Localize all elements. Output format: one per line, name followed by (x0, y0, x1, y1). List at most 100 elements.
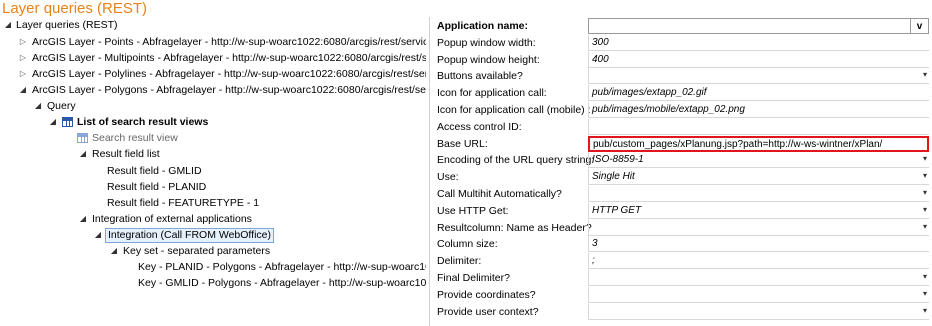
tree-item-label: ArcGIS Layer - Polygons - Abfragelayer -… (32, 84, 426, 96)
chevron-down-icon[interactable]: ▾ (923, 171, 927, 180)
tree-item-label: Integration (Call FROM WebOffice) (105, 228, 274, 243)
property-label: Use: (437, 171, 459, 183)
tree-item-layer[interactable]: ◢ ArcGIS Layer - Polygons - Abfragelayer… (0, 82, 426, 98)
expand-triangle-icon[interactable]: ◢ (18, 82, 28, 98)
property-label: Final Delimiter? (437, 272, 510, 284)
property-row: Call Multihit Automatically? ▾ (432, 186, 932, 203)
expand-triangle-icon[interactable]: ◢ (78, 146, 88, 162)
property-row: Application name: v (432, 18, 932, 35)
expand-triangle-icon[interactable]: ◢ (109, 243, 119, 259)
chevron-down-icon[interactable]: ▾ (923, 70, 927, 79)
property-value-field[interactable]: ; (588, 253, 929, 269)
property-row: Resultcolumn: Name as Header? ▾ (432, 220, 932, 237)
property-dropdown[interactable]: ▾ (588, 186, 929, 202)
property-row: Popup window height: 400 (432, 52, 932, 69)
property-value: pub/images/extapp_02.gif (592, 87, 707, 98)
property-value-field[interactable]: pub/images/extapp_02.gif (588, 85, 929, 101)
property-dropdown[interactable]: ▾ (588, 68, 929, 84)
tree-item-label: Key - GMLID - Polygons - Abfragelayer - … (138, 277, 426, 289)
tree-item-root[interactable]: ◢ Layer queries (REST) (0, 17, 420, 33)
chevron-down-icon[interactable]: ▾ (923, 222, 927, 231)
property-value-field[interactable]: 300 (588, 35, 929, 51)
table-icon (77, 133, 88, 143)
property-dropdown[interactable]: v (588, 18, 929, 34)
chevron-down-icon[interactable]: ▾ (923, 205, 927, 214)
property-dropdown[interactable]: ▾ (588, 220, 929, 236)
property-label: Popup window width: (437, 37, 536, 49)
property-dropdown[interactable]: Single Hit ▾ (588, 169, 929, 185)
property-row: Buttons available? ▾ (432, 68, 932, 85)
property-value: Single Hit (592, 171, 635, 182)
property-value: ; (592, 255, 595, 266)
property-label: Icon for application call (mobile) : (437, 104, 591, 116)
chevron-down-icon[interactable]: ▾ (923, 188, 927, 197)
expand-triangle-icon[interactable]: ◢ (3, 17, 13, 33)
property-dropdown[interactable]: ISO-8859-1 ▾ (588, 152, 929, 168)
tree-item-label: Query (47, 100, 76, 112)
tree-item-label: Result field - PLANID (107, 181, 207, 193)
property-label: Delimiter: (437, 255, 482, 267)
property-row: Access control ID: (432, 119, 932, 136)
tree-item-label: Key set - separated parameters (123, 245, 271, 257)
tree-item-label: Result field - FEATURETYPE - 1 (107, 197, 260, 209)
property-dropdown[interactable]: ▾ (588, 304, 929, 320)
property-dropdown[interactable]: ▾ (588, 270, 929, 286)
chevron-down-icon[interactable]: ▾ (923, 154, 927, 163)
property-value: 400 (592, 54, 609, 65)
property-dropdown[interactable]: ▾ (588, 287, 929, 303)
chevron-down-icon[interactable]: ▾ (923, 289, 927, 298)
property-value: pub/images/mobile/extapp_02.png (592, 104, 745, 115)
property-value-field[interactable]: pub/custom_pages/xPlanung.jsp?path=http:… (588, 136, 929, 152)
panel-splitter[interactable] (429, 17, 430, 326)
property-label: Access control ID: (437, 121, 522, 133)
property-label: Application name: (437, 20, 529, 32)
tree-item-label: Integration of external applications (92, 213, 252, 225)
tree-item-label: List of search result views (77, 116, 209, 128)
collapse-triangle-icon[interactable]: ▷ (18, 34, 28, 50)
tree-item-label: Layer queries (REST) (16, 19, 118, 31)
property-row: Use: Single Hit ▾ (432, 169, 932, 186)
chevron-down-icon[interactable]: ▾ (923, 272, 927, 281)
property-value: HTTP GET (592, 205, 642, 216)
tree-item-label: ArcGIS Layer - Multipoints - Abfragelaye… (32, 52, 426, 64)
property-label: Encoding of the URL query string: (437, 154, 595, 166)
tree-item-label: ArcGIS Layer - Points - Abfragelayer - h… (32, 36, 426, 48)
property-row: Icon for application call (mobile) : pub/… (432, 102, 932, 119)
tree-item-label: Result field - GMLID (107, 165, 202, 177)
expand-triangle-icon[interactable]: ◢ (78, 211, 88, 227)
chevron-down-icon[interactable]: ▾ (923, 306, 927, 315)
property-label: Column size: (437, 238, 498, 250)
tree-item-label: Search result view (92, 132, 178, 144)
expand-triangle-icon[interactable]: ◢ (33, 98, 43, 114)
tree-item-layer[interactable]: ▷ ArcGIS Layer - Points - Abfragelayer -… (0, 34, 426, 50)
property-value-field[interactable]: pub/images/mobile/extapp_02.png (588, 102, 929, 118)
tree-item-layer[interactable]: ▷ ArcGIS Layer - Polylines - Abfragelaye… (0, 66, 426, 82)
property-value-field[interactable] (588, 119, 929, 135)
tree-item-layer[interactable]: ▷ ArcGIS Layer - Multipoints - Abfragela… (0, 50, 426, 66)
property-row: Delimiter:; (432, 253, 932, 270)
collapse-triangle-icon[interactable]: ▷ (18, 66, 28, 82)
property-label: Call Multihit Automatically? (437, 188, 562, 200)
layer-tree: ◢ Layer queries (REST) ▷ ArcGIS Layer - … (0, 17, 426, 326)
tree-item-label: Key - PLANID - Polygons - Abfragelayer -… (138, 261, 426, 273)
property-dropdown[interactable]: HTTP GET ▾ (588, 203, 929, 219)
property-row: Base URL: pub/custom_pages/xPlanung.jsp?p… (432, 136, 932, 153)
property-value: 3 (592, 238, 598, 249)
expand-triangle-icon[interactable]: ◢ (48, 114, 58, 130)
property-value: 300 (592, 37, 609, 48)
property-value: ISO-8859-1 (592, 154, 644, 165)
property-row: Final Delimiter? ▾ (432, 270, 932, 287)
property-row: Provide user context? ▾ (432, 304, 932, 321)
expand-triangle-icon[interactable]: ◢ (93, 227, 103, 243)
property-label: Provide user context? (437, 306, 539, 318)
property-label: Icon for application call: (437, 87, 547, 99)
property-value-field[interactable]: 3 (588, 236, 929, 252)
property-value-field[interactable]: 400 (588, 52, 929, 68)
property-row: Popup window width: 300 (432, 35, 932, 52)
property-row: Encoding of the URL query string: ISO-885… (432, 152, 932, 169)
property-label: Provide coordinates? (437, 289, 536, 301)
dropdown-button[interactable]: v (910, 19, 928, 34)
property-label: Base URL: (437, 138, 488, 150)
collapse-triangle-icon[interactable]: ▷ (18, 50, 28, 66)
property-label: Popup window height: (437, 54, 540, 66)
